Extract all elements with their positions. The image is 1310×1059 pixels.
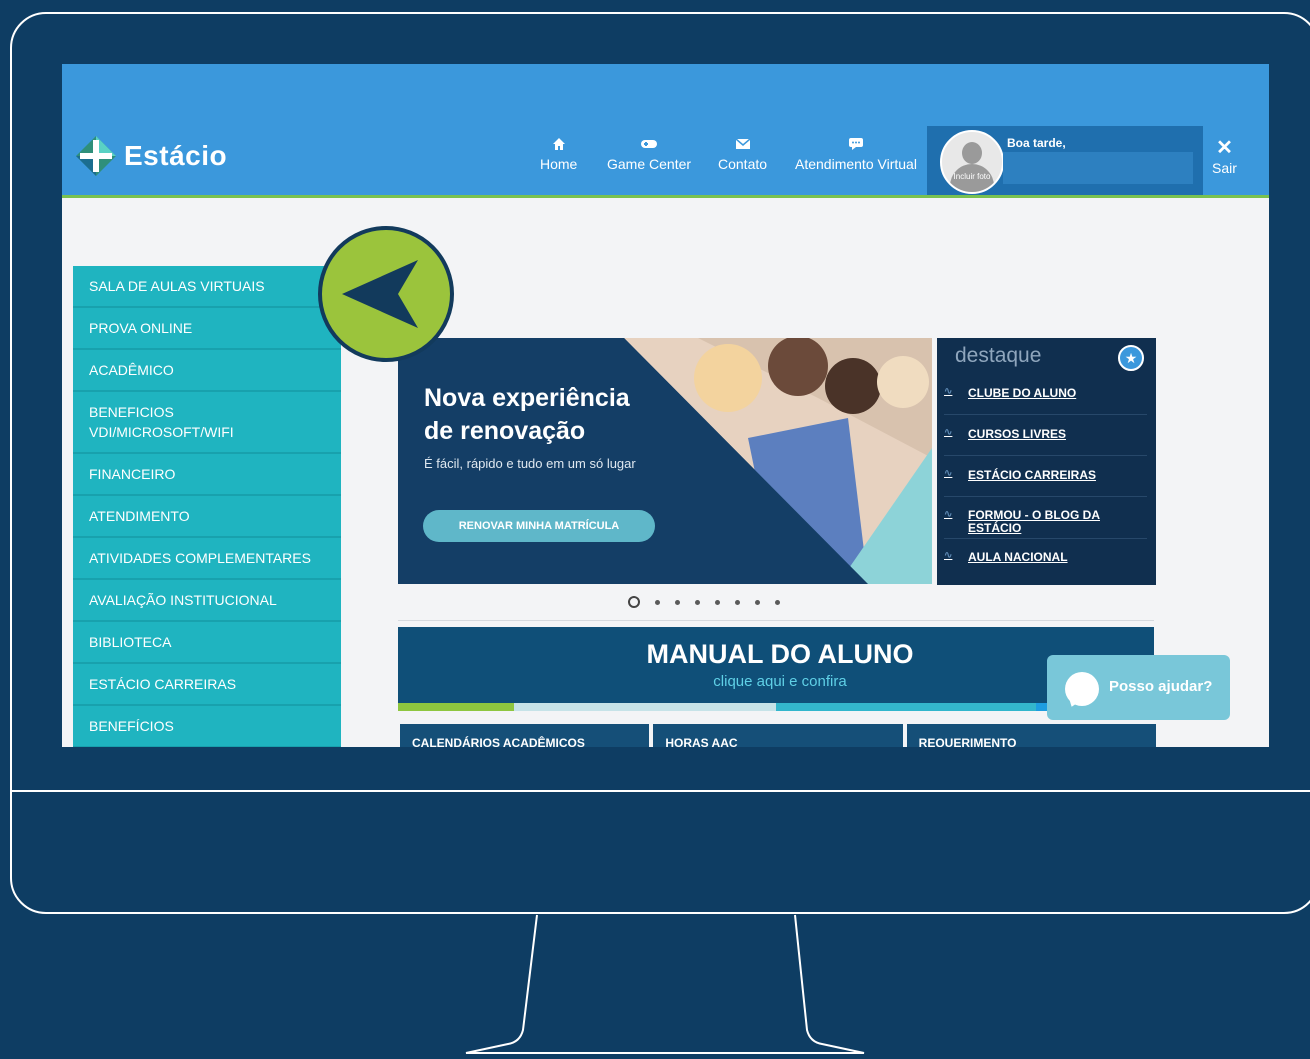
nav-game-center[interactable]: Game Center [607,138,691,172]
sidebar-item-label: ATIVIDADES COMPLEMENTARES [89,550,311,566]
logo-text: Estácio [124,140,228,171]
destaque-link-estacio-carreiras[interactable]: ∿ ESTÁCIO CARREIRAS [944,468,1144,482]
carousel-dot[interactable] [715,599,720,605]
top-header: Estácio Home Game Center Contato Atendim… [62,64,1269,195]
sidebar-item-atendimento[interactable]: ATENDIMENTO [73,496,341,538]
sidebar-menu: SALA DE AULAS VIRTUAIS PROVA ONLINE ACAD… [73,266,341,747]
destaque-link-label: AULA NACIONAL [968,550,1068,564]
portal-screen: Estácio Home Game Center Contato Atendim… [62,64,1269,747]
tab-calendarios[interactable]: CALENDÁRIOS ACADÊMICOS [400,724,650,747]
destaque-link-label: FORMOU - O BLOG DA ESTÁCIO [968,508,1100,535]
logout-button[interactable]: ✕ Sair [1212,138,1237,176]
nav-game-center-label: Game Center [607,156,692,172]
nav-atendimento-virtual-label: Atendimento Virtual [795,156,917,172]
destaque-link-clube-do-aluno[interactable]: ∿ CLUBE DO ALUNO [944,386,1144,400]
color-stripe [398,703,514,711]
destaque-link-label: CURSOS LIVRES [968,427,1067,441]
sidebar-item-label: PROVA ONLINE [89,320,193,336]
sidebar-item-academico[interactable]: ACADÊMICO [73,350,341,392]
logo-diamond-icon [76,136,116,176]
include-photo-label: Incluir foto [953,172,991,181]
color-stripe [514,703,776,711]
nav-contato-label: Contato [718,156,768,172]
nav-home-label: Home [540,156,578,172]
destaque-divider [944,414,1147,415]
gamepad-icon [641,138,658,152]
destaque-title: destaque [955,344,1042,367]
home-icon [552,138,565,152]
destaque-link-blog[interactable]: ∿ FORMOU - O BLOG DA ESTÁCIO [944,509,1144,535]
nav-contato[interactable]: Contato [718,138,767,172]
sidebar-item-sala-de-aulas[interactable]: SALA DE AULAS VIRTUAIS [73,266,341,308]
manual-do-aluno-banner[interactable]: MANUAL DO ALUNO clique aqui e confira [398,627,1162,711]
destaque-link-label: ESTÁCIO CARREIRAS [968,468,1097,482]
logout-label: Sair [1212,160,1237,176]
close-icon: ✕ [1216,137,1233,159]
sidebar-item-label: AVALIAÇÃO INSTITUCIONAL [89,592,277,608]
banner-subtitle: É fácil, rápido e tudo em um só lugar [424,456,636,471]
greeting-text: Boa tarde, [1007,136,1066,150]
pulse-icon: ∿ [944,386,953,397]
sidebar-item-label: BENEFÍCIOS [89,718,174,734]
user-panel: Incluir foto Boa tarde, [927,126,1203,195]
sidebar-item-label: BIBLIOTECA [89,634,172,650]
section-divider [398,620,1154,621]
sidebar-item-biblioteca[interactable]: BIBLIOTECA [73,622,341,664]
pulse-icon: ∿ [944,427,953,438]
pulse-icon: ∿ [944,509,953,520]
tab-requerimento[interactable]: REQUERIMENTO [906,724,1156,747]
nav-home[interactable]: Home [540,138,577,172]
carousel-dot[interactable] [675,599,680,605]
sidebar-item-avaliacao-institucional[interactable]: AVALIAÇÃO INSTITUCIONAL [73,580,341,622]
collapse-sidebar-button[interactable] [318,226,454,362]
color-stripe [776,703,1036,711]
star-icon: ★ [1118,345,1144,371]
carousel-dot[interactable] [735,599,740,605]
pulse-icon: ∿ [944,468,953,479]
pulse-icon: ∿ [944,550,953,561]
destaque-link-aula-nacional[interactable]: ∿ AULA NACIONAL [944,550,1144,564]
header-accent-line [62,195,1269,198]
quick-links-tabs: CALENDÁRIOS ACADÊMICOS HORAS AAC REQUERI… [400,724,1156,747]
sidebar-item-prova-online[interactable]: PROVA ONLINE [73,308,341,350]
nav-atendimento-virtual[interactable]: Atendimento Virtual [795,138,917,172]
carousel-dot[interactable] [775,599,780,605]
user-name-field [1003,152,1193,184]
chat-widget-button[interactable]: Posso ajudar? [1047,655,1230,720]
destaque-link-label: CLUBE DO ALUNO [968,386,1077,400]
chat-label: Posso ajudar? [1109,678,1213,695]
carousel-dot[interactable] [755,599,760,605]
sidebar-item-label: ATENDIMENTO [89,508,190,524]
destaque-divider [944,455,1147,456]
carousel-dot[interactable] [695,599,700,605]
sidebar-item-label: ACADÊMICO [89,362,174,378]
sidebar-item-financeiro[interactable]: FINANCEIRO [73,454,341,496]
sidebar-item-beneficios-vdi[interactable]: BENEFICIOS VDI/MICROSOFT/WIFI [73,392,341,454]
renew-enrollment-button[interactable]: RENOVAR MINHA MATRÍCULA [423,510,655,542]
mail-icon [735,138,751,152]
renewal-banner[interactable]: Nova experiência de renovação É fácil, r… [398,338,932,584]
avatar[interactable]: Incluir foto [940,130,1004,194]
destaque-divider [944,496,1147,497]
carousel-pagination [628,596,780,608]
sidebar-item-label: ESTÁCIO CARREIRAS [89,676,237,692]
avatar-head [962,142,982,164]
sidebar-item-label: FINANCEIRO [89,466,176,482]
sidebar-item-label: SALA DE AULAS VIRTUAIS [89,278,265,294]
carousel-dot[interactable] [655,599,660,605]
sidebar-item-beneficios[interactable]: BENEFÍCIOS [73,706,341,747]
destaque-divider [944,538,1147,539]
destaque-panel: destaque ★ ∿ CLUBE DO ALUNO ∿ CURSOS LIVRE… [937,338,1156,585]
sidebar-item-atividades-complementares[interactable]: ATIVIDADES COMPLEMENTARES [73,538,341,580]
sidebar-item-label: BENEFICIOS VDI/MICROSOFT/WIFI [89,404,234,440]
chat-icon [848,138,863,152]
sidebar-item-estacio-carreiras[interactable]: ESTÁCIO CARREIRAS [73,664,341,706]
estacio-logo[interactable]: Estácio [74,134,227,178]
banner-title: Nova experiência de renovação [424,384,630,445]
carousel-dot[interactable] [628,596,640,608]
tab-horas-aac[interactable]: HORAS AAC [653,724,903,747]
destaque-link-cursos-livres[interactable]: ∿ CURSOS LIVRES [944,427,1144,441]
chevron-left-icon [342,260,418,328]
